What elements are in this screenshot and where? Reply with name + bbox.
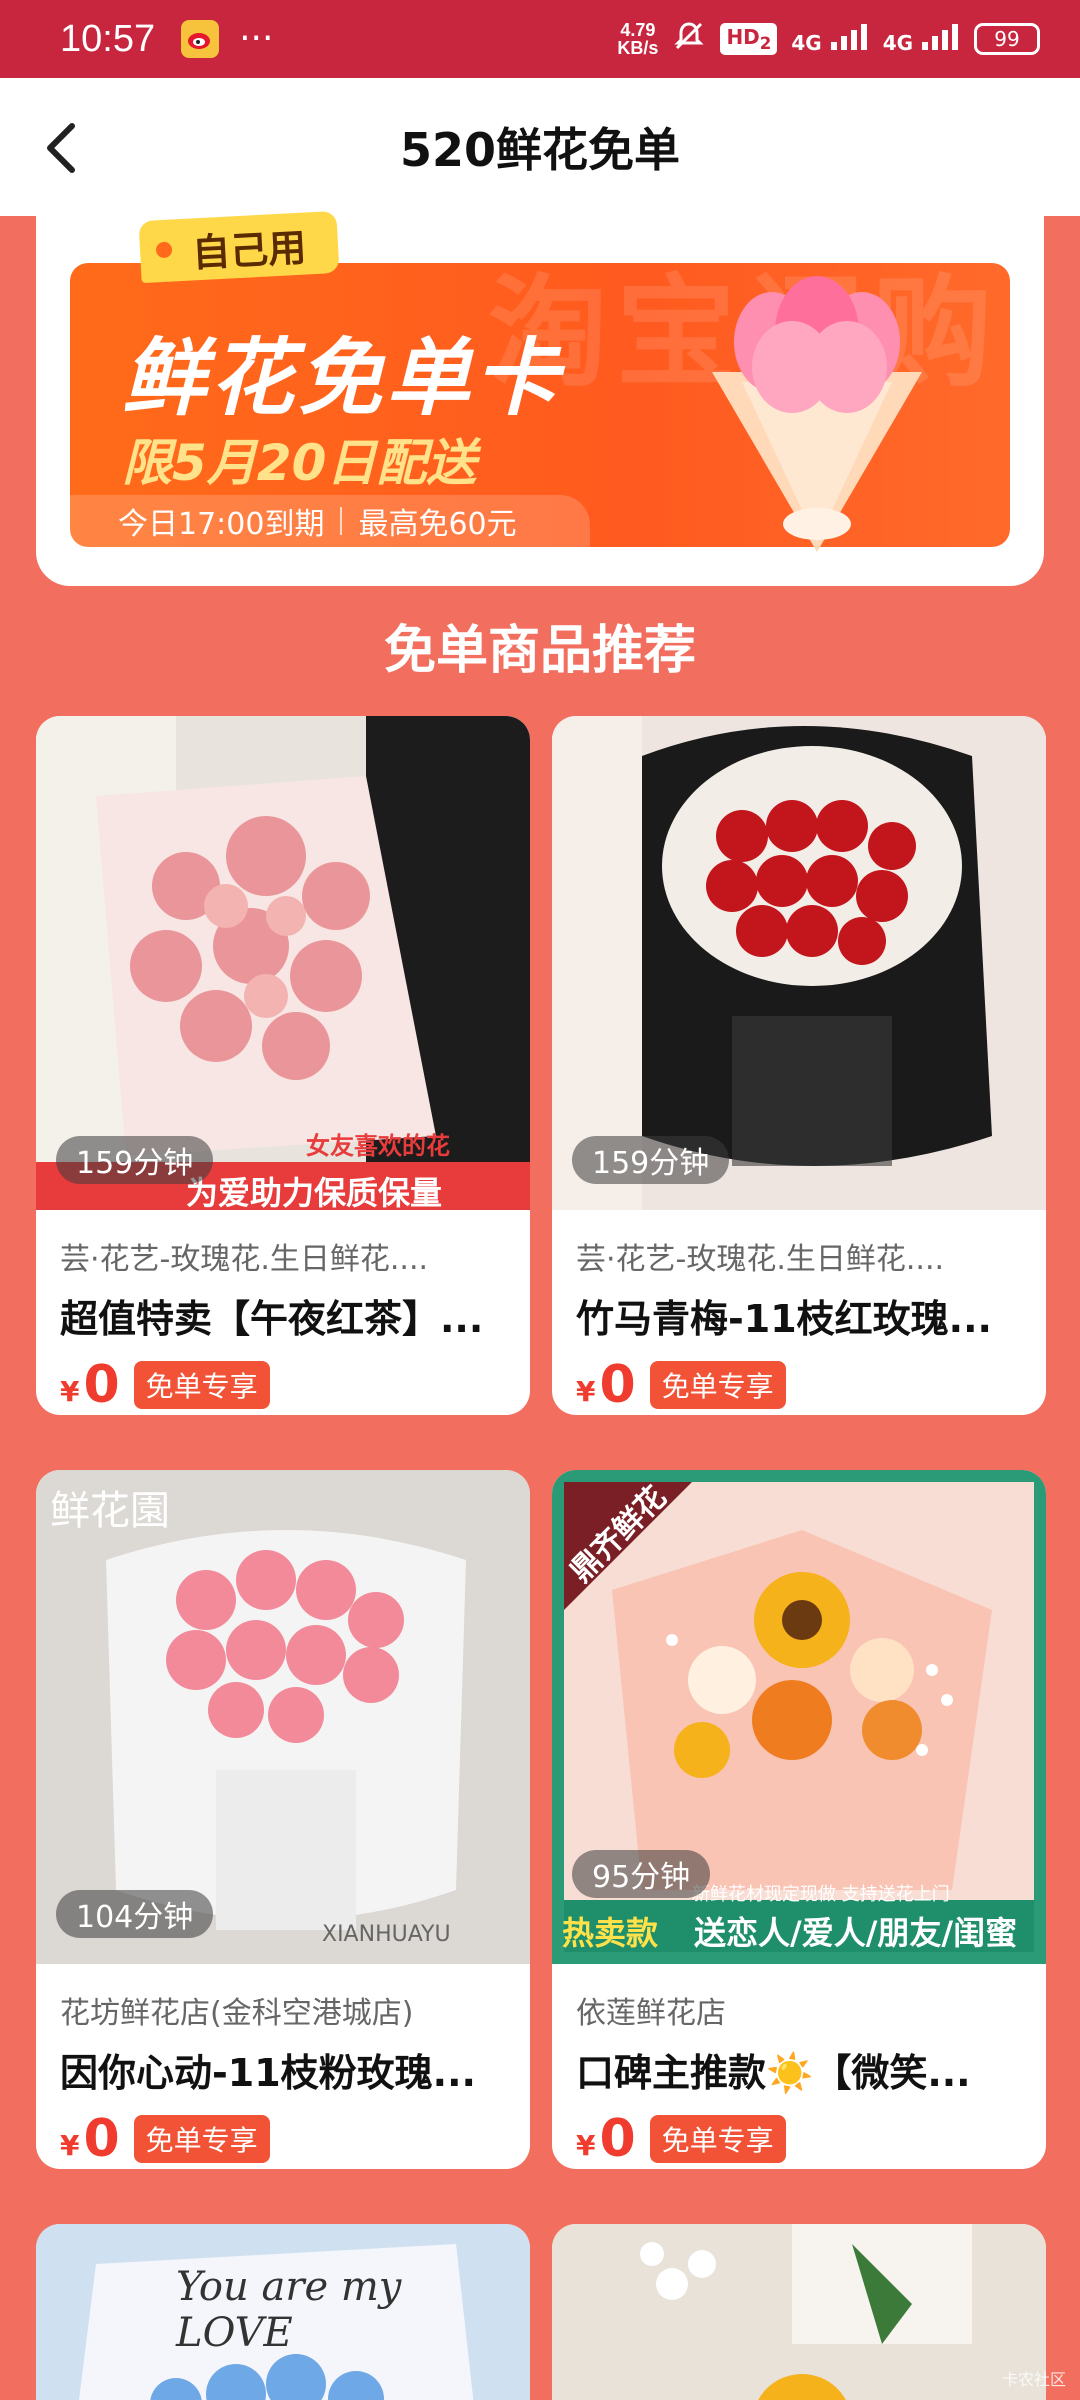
delivery-time-badge: 159分钟 bbox=[56, 1136, 214, 1184]
coupon-tag: 自己用 bbox=[138, 210, 340, 284]
price: 0 bbox=[83, 2109, 120, 2169]
brand-logo-en: XIANHUAYU bbox=[322, 1922, 451, 1947]
footer-divider bbox=[340, 507, 343, 535]
shop-name: 依莲鲜花店 bbox=[576, 1996, 726, 2031]
promo-banner-text: 为爱助力保质保量 bbox=[186, 1174, 443, 1210]
coupon-subtitle: 限5月20日配送 bbox=[122, 434, 477, 492]
back-button[interactable] bbox=[38, 118, 98, 178]
shop-name: 花坊鲜花店(金科空港城店) bbox=[60, 1996, 414, 2031]
product-name: 超值特卖【午夜红茶】... bbox=[60, 1297, 484, 1341]
product-name: 因你心动-11枝粉玫瑰... bbox=[60, 2051, 476, 2095]
net-speed-value: 4.79 bbox=[620, 20, 656, 40]
product-image: 鼎齐鲜花 新鲜花材现定现做 支持送花上门 热卖款 送恋人/爱人/朋友/闺蜜 95… bbox=[552, 1470, 1046, 1964]
product-image bbox=[552, 2224, 1046, 2400]
coupon-footer: 今日17:00到期 最高免60元 bbox=[70, 495, 590, 547]
delivery-time-badge: 104分钟 bbox=[56, 1890, 214, 1938]
shop-name: 芸·花艺-玫瑰花.生日鲜花.... bbox=[60, 1242, 429, 1277]
brand-logo: 鲜花園 bbox=[50, 1488, 170, 1534]
nav-header: 520鲜花免单 bbox=[0, 78, 1080, 216]
banner-top-text: 女友喜欢的花 bbox=[306, 1132, 450, 1160]
coupon-expire: 今日17:00到期 bbox=[118, 507, 325, 542]
status-time: 10:57 bbox=[60, 17, 156, 60]
price-row: ¥ 0 免单专享 bbox=[576, 1355, 1022, 1415]
battery-indicator: 99 bbox=[974, 23, 1040, 55]
net-speed: 4.79 KB/s bbox=[617, 21, 658, 57]
coupon-title: 鲜花免单卡 bbox=[122, 329, 563, 427]
product-image: 159分钟 bbox=[552, 716, 1046, 1210]
free-badge: 免单专享 bbox=[133, 1361, 270, 1409]
signal-1: 4G bbox=[791, 23, 868, 55]
weibo-app-icon bbox=[181, 20, 220, 58]
currency-symbol: ¥ bbox=[60, 2128, 80, 2162]
currency-symbol: ¥ bbox=[576, 1374, 596, 1408]
image-banner: 送恋人/爱人/朋友/闺蜜 bbox=[694, 1914, 1018, 1952]
hd-badge: HD2 bbox=[720, 23, 778, 55]
price: 0 bbox=[83, 1355, 120, 1415]
signal-bars-icon bbox=[922, 23, 958, 50]
price: 0 bbox=[599, 1355, 636, 1415]
chevron-left-icon bbox=[47, 123, 75, 173]
shop-name: 芸·花艺-玫瑰花.生日鲜花.... bbox=[576, 1242, 945, 1277]
product-name: 口碑主推款☀️【微笑... bbox=[576, 2051, 971, 2095]
mute-bell-icon bbox=[672, 19, 706, 59]
notification-dots: ··· bbox=[239, 18, 274, 59]
free-badge: 免单专享 bbox=[649, 1361, 786, 1409]
delivery-time-badge: 159分钟 bbox=[572, 1136, 730, 1184]
free-badge: 免单专享 bbox=[649, 2115, 786, 2163]
product-name: 竹马青梅-11枝红玫瑰... bbox=[576, 1297, 992, 1341]
free-badge: 免单专享 bbox=[133, 2115, 270, 2163]
net-speed-unit: KB/s bbox=[617, 38, 659, 58]
hd-text: HD bbox=[726, 25, 760, 49]
bouquet-illustration bbox=[712, 276, 922, 552]
image-banner-left: 热卖款 bbox=[562, 1914, 659, 1952]
section-title: 免单商品推荐 bbox=[383, 621, 696, 681]
image-text: You are my LOVE bbox=[176, 2264, 402, 2356]
signal-2-label: 4G bbox=[882, 30, 914, 55]
price-row: ¥ 0 免单专享 bbox=[60, 2109, 506, 2169]
image-banner-small: 新鲜花材现定现做 支持送花上门 bbox=[692, 1884, 950, 1905]
coupon-max: 最高免60元 bbox=[358, 507, 517, 542]
status-right: 4.79 KB/s HD2 4G 4G 99 bbox=[617, 19, 1040, 59]
product-image: 鲜花園 XIANHUAYU 104分钟 bbox=[36, 1470, 530, 1964]
hd-sub: 2 bbox=[759, 34, 772, 53]
product-card[interactable]: 女友喜欢的花 为爱助力保质保量 159分钟 芸·花艺-玫瑰花.生日鲜花.... … bbox=[36, 716, 530, 1415]
page-title: 520鲜花免单 bbox=[399, 123, 681, 177]
product-card[interactable]: 159分钟 芸·花艺-玫瑰花.生日鲜花.... 竹马青梅-11枝红玫瑰... ¥… bbox=[552, 716, 1046, 1415]
product-image: You are my LOVE bbox=[36, 2224, 530, 2400]
currency-symbol: ¥ bbox=[60, 1374, 80, 1408]
product-image: 女友喜欢的花 为爱助力保质保量 159分钟 bbox=[36, 716, 530, 1210]
signal-bars-icon bbox=[830, 23, 867, 50]
price-row: ¥ 0 免单专享 bbox=[576, 2109, 1022, 2169]
price-row: ¥ 0 免单专享 bbox=[60, 1355, 506, 1415]
status-bar: 10:57 ··· 4.79 KB/s HD2 4G 4G 99 bbox=[0, 0, 1080, 78]
signal-1-label: 4G bbox=[791, 30, 822, 55]
currency-symbol: ¥ bbox=[576, 2128, 596, 2162]
delivery-time-badge: 95分钟 bbox=[572, 1850, 711, 1898]
footer-watermark: 卡农社区 bbox=[1001, 2370, 1066, 2389]
product-card[interactable] bbox=[552, 2224, 1046, 2400]
product-card[interactable]: 鼎齐鲜花 新鲜花材现定现做 支持送花上门 热卖款 送恋人/爱人/朋友/闺蜜 95… bbox=[552, 1470, 1046, 2169]
price: 0 bbox=[599, 2109, 636, 2169]
product-card[interactable]: 鲜花園 XIANHUAYU 104分钟 花坊鲜花店(金科空港城店) 因你心动-1… bbox=[36, 1470, 530, 2169]
product-card[interactable]: You are my LOVE bbox=[36, 2224, 530, 2400]
signal-2: 4G bbox=[882, 23, 960, 55]
